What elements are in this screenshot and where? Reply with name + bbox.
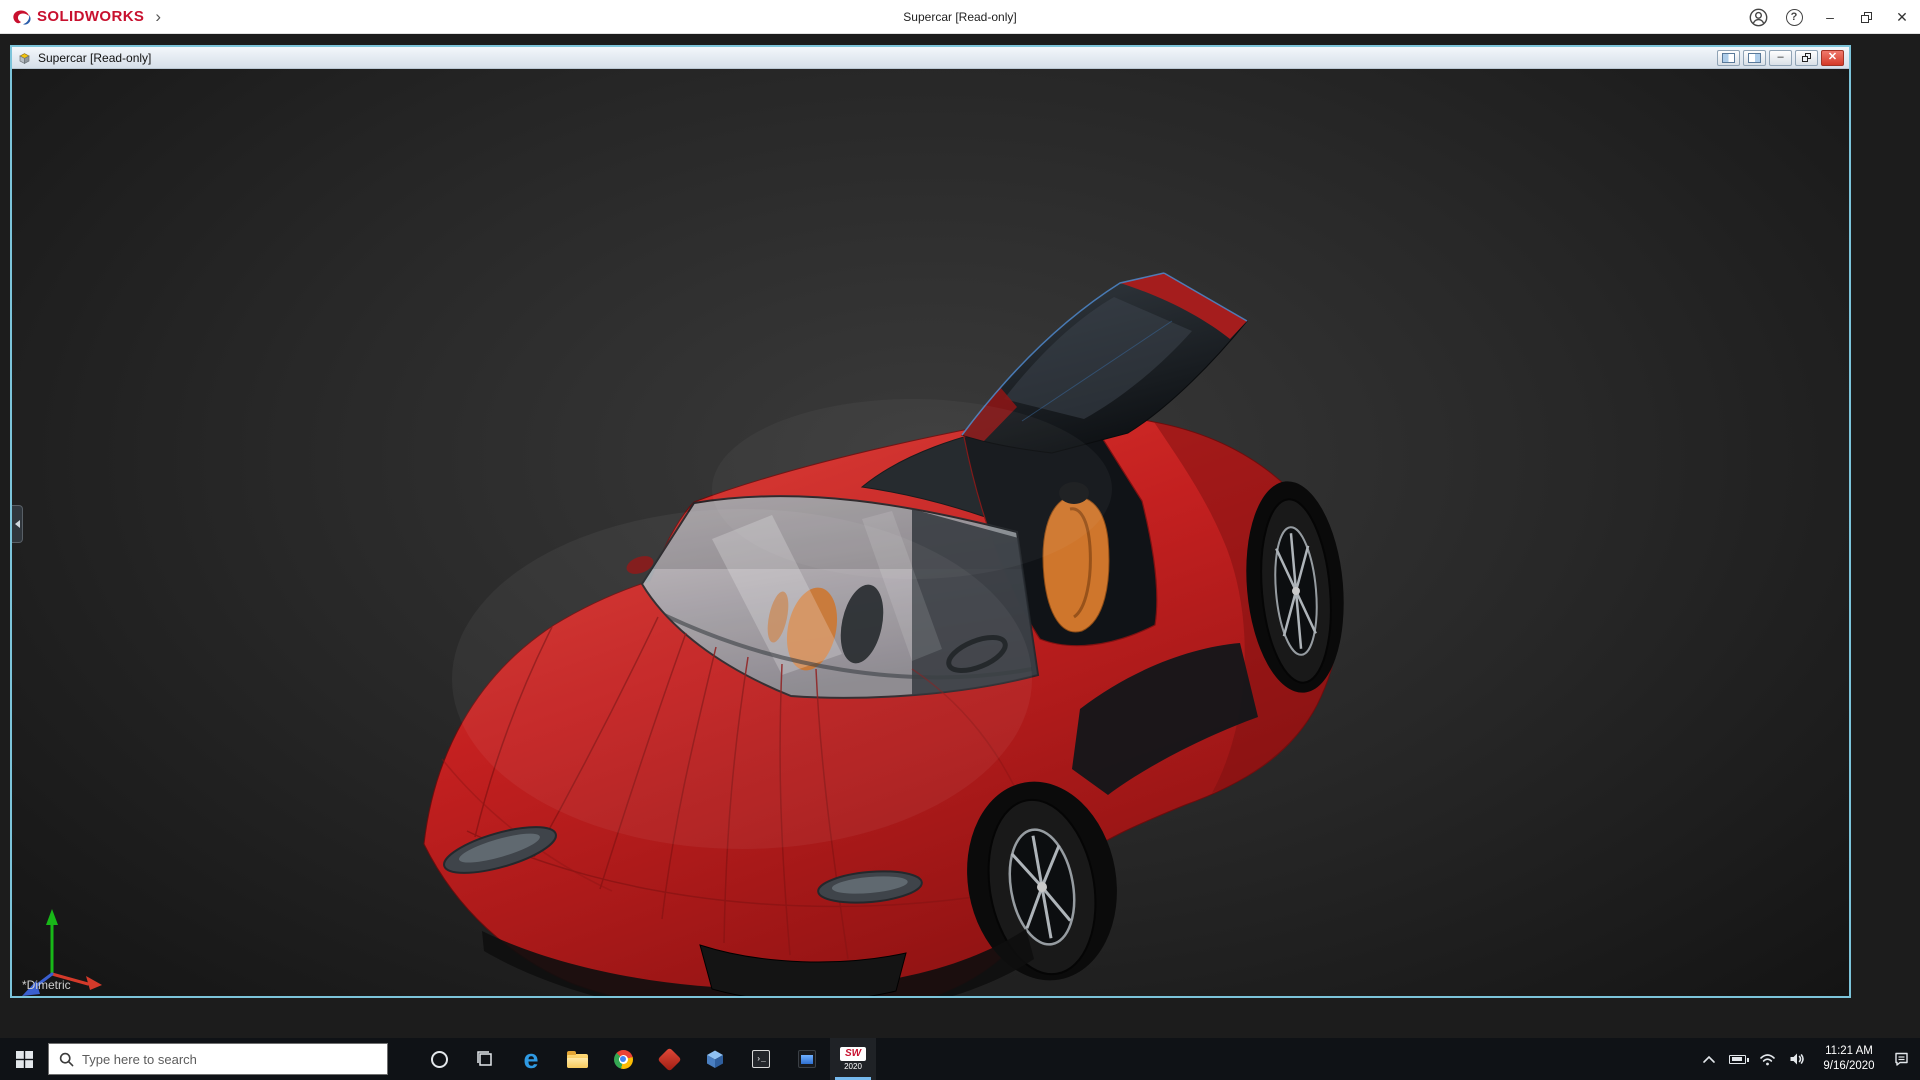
pinned-app-red-button[interactable] <box>646 1038 692 1080</box>
app-title: Supercar [Read-only] <box>903 10 1016 24</box>
pane-layout-icon <box>1748 53 1761 63</box>
help-icon: ? <box>1786 9 1803 26</box>
system-tray: 11:21 AM 9/16/2020 <box>1702 1044 1920 1074</box>
battery-icon[interactable] <box>1729 1055 1746 1064</box>
app-client-area: Supercar [Read-only] <box>0 34 1920 1038</box>
document-titlebar[interactable]: Supercar [Read-only] <box>12 47 1849 69</box>
search-input[interactable] <box>82 1052 377 1067</box>
command-prompt-icon: ›_ <box>752 1050 770 1068</box>
clock-time: 11:21 AM <box>1825 1044 1873 1059</box>
solidworks-2020-button[interactable]: SW 2020 <box>830 1038 876 1080</box>
command-prompt-button[interactable]: ›_ <box>738 1038 784 1080</box>
media-app-button[interactable] <box>784 1038 830 1080</box>
assembly-document-icon <box>17 51 32 65</box>
file-explorer-icon <box>567 1054 588 1068</box>
media-app-icon <box>798 1050 816 1068</box>
dassault-systemes-logo-icon <box>10 8 32 26</box>
window-pane-button-1[interactable] <box>1717 50 1740 66</box>
graphics-viewport[interactable]: *Dimetric <box>12 69 1849 996</box>
solidworks-app-icon: SW <box>840 1047 866 1061</box>
minimize-button[interactable]: – <box>1812 0 1848 34</box>
red-app-icon <box>657 1047 681 1071</box>
close-button[interactable]: ✕ <box>1884 0 1920 34</box>
taskbar-pinned-apps: e ›_ <box>416 1038 876 1080</box>
cortana-button[interactable] <box>416 1038 462 1080</box>
chrome-button[interactable] <box>600 1038 646 1080</box>
windows-taskbar: e ›_ <box>0 1038 1920 1080</box>
clock-date: 9/16/2020 <box>1823 1059 1874 1074</box>
chevron-left-icon <box>15 520 20 528</box>
start-button[interactable] <box>0 1038 48 1080</box>
task-view-icon <box>475 1049 495 1069</box>
solidworks-app-window: SOLIDWORKS › Supercar [Read-only] ? – <box>0 0 1920 1080</box>
minimize-icon: – <box>1826 9 1834 25</box>
doc-minimize-icon: – <box>1777 52 1783 63</box>
doc-close-button[interactable]: ✕ <box>1821 50 1844 66</box>
solidworks-wordmark: SOLIDWORKS <box>37 8 144 25</box>
account-button[interactable] <box>1740 0 1776 34</box>
restore-button[interactable] <box>1848 0 1884 34</box>
doc-minimize-button[interactable]: – <box>1769 50 1792 66</box>
volume-icon[interactable] <box>1789 1052 1805 1066</box>
close-icon: ✕ <box>1896 9 1908 26</box>
search-icon <box>59 1052 74 1067</box>
collapse-pane-arrow[interactable] <box>12 505 23 543</box>
menu-expand-arrow[interactable]: › <box>149 8 167 25</box>
chrome-icon <box>614 1050 633 1069</box>
split-pane-icon <box>1722 53 1735 63</box>
view-orientation-label: *Dimetric <box>22 978 71 992</box>
taskbar-search[interactable] <box>48 1043 388 1075</box>
document-title: Supercar [Read-only] <box>38 51 151 65</box>
viewport-scene <box>12 69 1849 996</box>
edge-icon: e <box>523 1046 538 1073</box>
cortana-icon <box>431 1051 448 1068</box>
edge-button[interactable]: e <box>508 1038 554 1080</box>
network-wifi-icon[interactable] <box>1759 1052 1776 1066</box>
app-window-controls: ? – ✕ <box>1740 0 1920 33</box>
brand-area: SOLIDWORKS › <box>0 8 167 26</box>
action-center-icon[interactable] <box>1893 1051 1910 1067</box>
taskbar-clock[interactable]: 11:21 AM 9/16/2020 <box>1818 1044 1880 1074</box>
restore-icon <box>1861 12 1872 23</box>
window-pane-button-2[interactable] <box>1743 50 1766 66</box>
file-explorer-button[interactable] <box>554 1038 600 1080</box>
document-window-controls: – ✕ <box>1717 50 1844 66</box>
doc-restore-icon <box>1802 53 1811 62</box>
task-view-button[interactable] <box>462 1038 508 1080</box>
help-button[interactable]: ? <box>1776 0 1812 34</box>
windows-logo-icon <box>16 1051 33 1068</box>
supercar-3d-model[interactable] <box>424 273 1352 996</box>
pinned-app-cube-button[interactable] <box>692 1038 738 1080</box>
app-titlebar: SOLIDWORKS › Supercar [Read-only] ? – <box>0 0 1920 34</box>
document-window: Supercar [Read-only] <box>10 45 1851 998</box>
doc-restore-button[interactable] <box>1795 50 1818 66</box>
cube-app-icon <box>705 1049 725 1069</box>
solidworks-year-label: 2020 <box>844 1062 862 1071</box>
doc-close-icon: ✕ <box>1828 52 1837 63</box>
user-account-icon <box>1749 8 1768 27</box>
tray-chevron-up-icon[interactable] <box>1702 1054 1716 1064</box>
